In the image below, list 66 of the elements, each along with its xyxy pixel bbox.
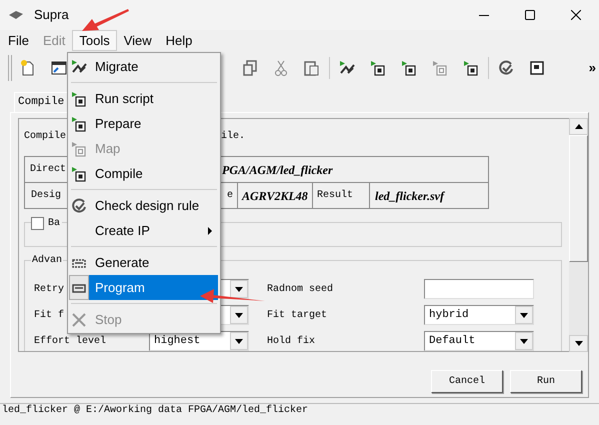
flag-box-icon — [71, 140, 87, 156]
minimize-icon — [479, 14, 489, 16]
dropdown-arrow-icon — [235, 286, 243, 292]
menu-item[interactable]: Run script — [68, 86, 220, 111]
dropdown-arrow-icon — [235, 338, 243, 344]
field-label: Hold fix — [267, 336, 316, 346]
checkbox[interactable] — [31, 217, 44, 230]
menu-item[interactable]: View — [116, 30, 159, 51]
check-circle-icon — [71, 198, 87, 214]
input-field[interactable] — [424, 279, 534, 299]
field-label: Fit f — [34, 310, 64, 320]
menu-item[interactable]: Prepare — [68, 111, 220, 136]
flag-box-icon — [71, 90, 87, 106]
checkbox-label: Ba — [48, 217, 60, 231]
flag-box-icon — [71, 166, 87, 182]
flag-zigzag-icon — [338, 60, 354, 76]
scroll-down-icon — [574, 341, 583, 346]
dropdown-arrow-icon — [520, 338, 528, 344]
copy-icon[interactable] — [242, 60, 256, 76]
menu-item[interactable]: Migrate — [68, 54, 220, 79]
submenu-arrow-icon — [208, 226, 212, 234]
field-label: Effort level — [34, 336, 106, 346]
paste-icon[interactable] — [304, 60, 319, 76]
flag-box-icon — [370, 60, 386, 76]
document-box-icon[interactable] — [530, 60, 544, 74]
menu-item[interactable]: File — [1, 30, 36, 51]
tab[interactable]: Compile — [14, 92, 68, 112]
annotation-arrow — [82, 9, 129, 31]
field-label: Retry — [34, 284, 64, 294]
dialog-button[interactable]: Cancel — [431, 370, 503, 393]
annotation-arrow — [200, 289, 265, 303]
dropdown[interactable]: Default — [424, 331, 534, 351]
description-text: ile. — [221, 130, 246, 144]
menu-item[interactable]: Tools — [72, 30, 117, 51]
close-icon — [571, 10, 581, 20]
new-file-icon[interactable] — [20, 60, 36, 76]
app-logo-icon — [8, 10, 24, 20]
check-circle-icon — [498, 60, 514, 76]
field-label: Fit target — [267, 310, 328, 320]
menu-item[interactable]: Create IP — [68, 218, 220, 243]
menu-item[interactable]: Help — [158, 30, 200, 51]
table-cell: Result — [313, 183, 370, 208]
dropdown-arrow-icon — [520, 312, 528, 318]
status-text: led_flicker @ E:/Aworking data FPGA/AGM/led_flicker — [2, 404, 308, 417]
toolbar-overflow[interactable]: » — [588, 58, 599, 78]
table-cell-text: led_flicker.svf — [374, 188, 446, 204]
description-text: Compile — [24, 130, 66, 144]
flag-box-icon — [400, 60, 416, 76]
dropdown[interactable]: hybrid — [424, 305, 534, 325]
toolbar-grip — [8, 54, 12, 80]
flag-box-icon — [432, 60, 448, 76]
dialog-button[interactable]: Run — [510, 370, 582, 393]
scissors-icon[interactable] — [274, 60, 288, 76]
menu-item[interactable]: Generate — [68, 250, 220, 275]
flag-box-icon — [462, 60, 478, 76]
window-icon[interactable] — [50, 60, 66, 76]
field-label: Radnom seed — [267, 284, 334, 294]
scrollbar[interactable] — [569, 118, 588, 352]
table-cell: AGRV2KL48 — [238, 183, 313, 208]
maximize-icon — [525, 10, 535, 20]
scroll-up-icon — [574, 124, 583, 129]
dropdown-arrow-icon — [235, 312, 243, 318]
flag-box-icon — [71, 116, 87, 132]
cross-icon — [71, 312, 87, 328]
flag-zigzag-icon — [71, 58, 87, 74]
window-title: Supra — [34, 6, 69, 24]
